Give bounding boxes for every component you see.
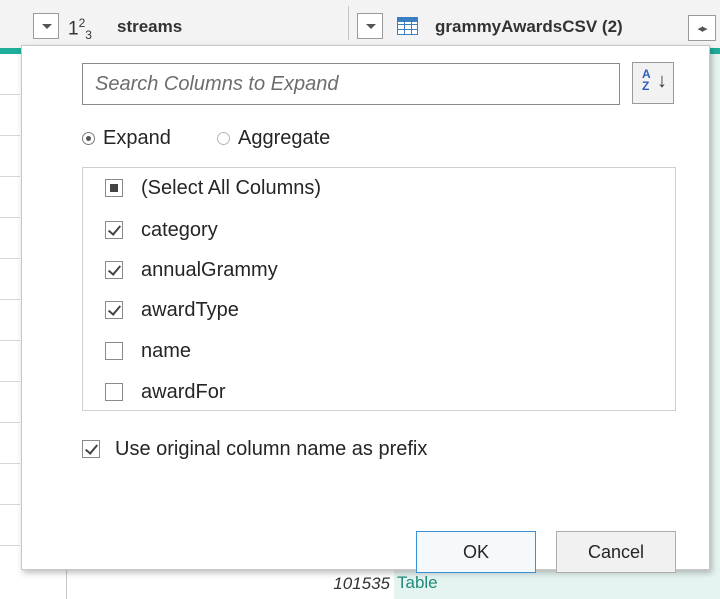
list-item-label: awardType (141, 298, 239, 321)
columns-list: (Select All Columns) category annualGram… (82, 167, 676, 411)
list-item-category[interactable]: category (105, 216, 218, 244)
checkbox-checked-icon[interactable] (105, 221, 123, 239)
streams-cell-value[interactable]: 101535 (333, 574, 390, 594)
checkbox-checked-icon[interactable] (105, 261, 123, 279)
whole-number-type-icon[interactable]: 123 (68, 16, 92, 42)
column-header-streams[interactable]: streams (117, 17, 182, 37)
table-column-background (710, 54, 720, 599)
checkbox-unchecked-icon[interactable] (105, 342, 123, 360)
list-item-label: name (141, 339, 192, 362)
checkbox-checked-icon[interactable] (82, 440, 100, 458)
grammy-filter-dropdown-button[interactable] (357, 13, 383, 39)
list-item-awardFor[interactable]: awardFor (105, 378, 225, 406)
table-cell-label[interactable]: Table (397, 573, 438, 593)
aggregate-radio[interactable]: Aggregate (217, 126, 330, 150)
prefix-checkbox-row[interactable]: Use original column name as prefix (82, 436, 427, 462)
expand-columns-popup: AZ ↓ Expand Aggregate (Select All Column… (21, 45, 710, 573)
prefix-label: Use original column name as prefix (115, 437, 428, 460)
list-item-annualGrammy[interactable]: annualGrammy (105, 256, 278, 284)
list-item-select-all[interactable]: (Select All Columns) (105, 174, 321, 202)
list-item-label: awardFor (141, 380, 226, 403)
expand-columns-icon[interactable]: ◂▸ (688, 15, 716, 41)
list-item-awardType[interactable]: awardType (105, 296, 239, 324)
list-item-label: annualGrammy (141, 258, 278, 281)
sort-az-button[interactable]: AZ ↓ (632, 62, 674, 104)
sort-down-arrow-icon: ↓ (657, 70, 667, 92)
row-separator (66, 570, 67, 599)
streams-filter-dropdown-button[interactable] (33, 13, 59, 39)
table-cell[interactable]: Table (394, 570, 720, 599)
table-type-icon[interactable] (397, 17, 418, 35)
sort-az-icon: AZ (642, 67, 651, 93)
list-item-name[interactable]: name (105, 337, 191, 365)
search-columns-input[interactable] (82, 63, 620, 105)
expand-radio[interactable]: Expand (82, 126, 171, 150)
column-separator[interactable] (348, 6, 349, 40)
cancel-button[interactable]: Cancel (556, 531, 676, 573)
radio-unselected-icon[interactable] (217, 131, 230, 145)
aggregate-label: Aggregate (238, 126, 331, 149)
ok-button[interactable]: OK (416, 531, 536, 573)
checkbox-checked-icon[interactable] (105, 301, 123, 319)
checkbox-partial-icon[interactable] (105, 179, 123, 197)
expand-label: Expand (103, 126, 171, 149)
row-lines (0, 54, 20, 574)
list-item-label: category (141, 218, 218, 241)
list-item-label: (Select All Columns) (141, 176, 322, 199)
checkbox-unchecked-icon[interactable] (105, 383, 123, 401)
column-header-grammyAwardsCSV[interactable]: grammyAwardsCSV (2) (435, 17, 623, 37)
radio-selected-icon[interactable] (82, 131, 95, 145)
